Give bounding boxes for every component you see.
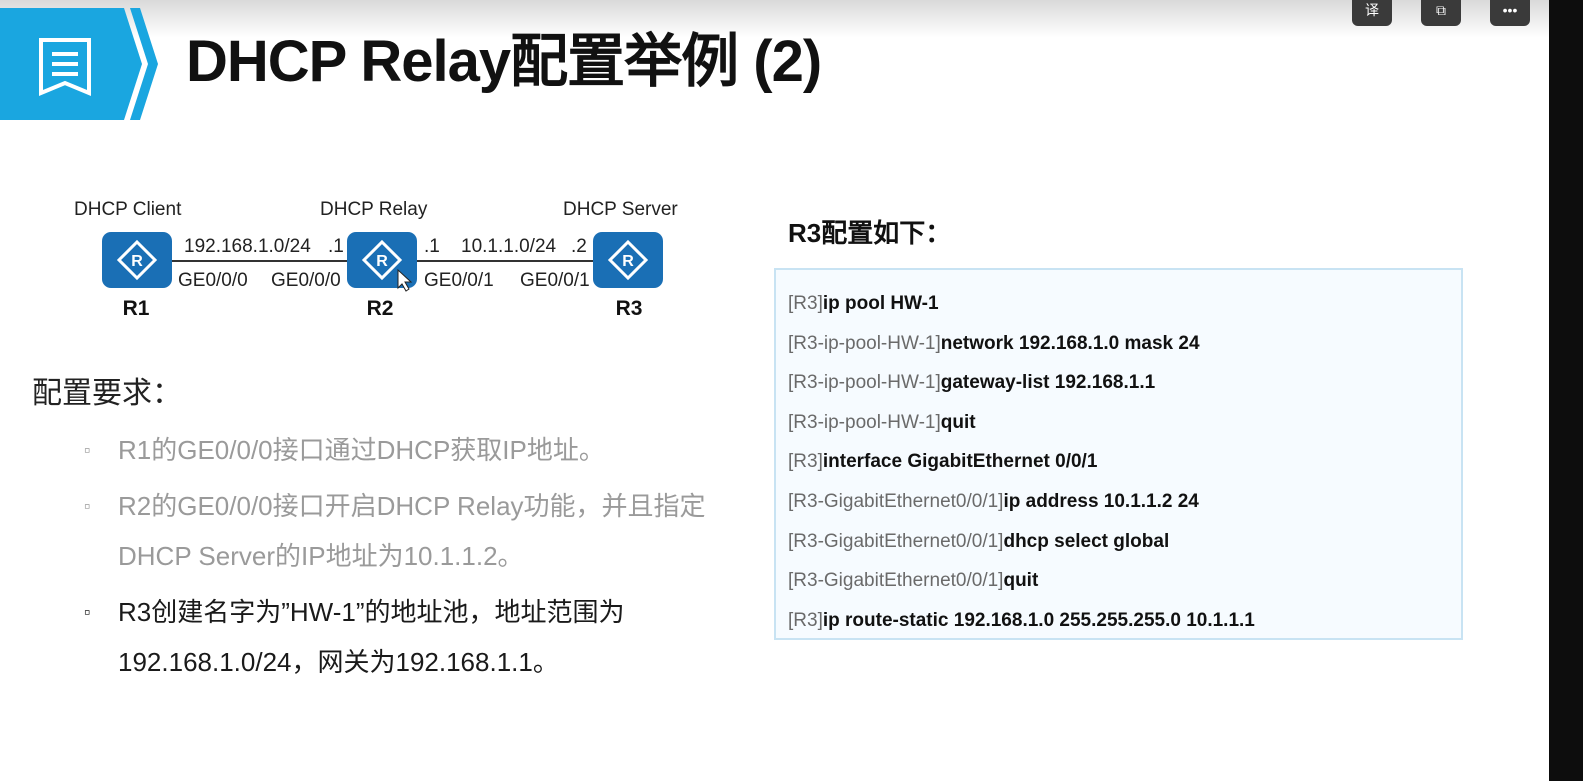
cli-prompt: [R3] — [788, 451, 823, 473]
bullet-square-icon: ▫ — [84, 440, 91, 460]
config-line: [R3-GigabitEthernet0/0/1]ip address 10.1… — [788, 482, 1461, 522]
requirements-heading: 配置要求： — [32, 377, 182, 410]
cli-command: ip pool HW-1 — [822, 293, 939, 314]
cli-prompt: [R3-ip-pool-HW-1] — [788, 411, 941, 433]
link2-r3-suffix: .2 — [571, 236, 587, 257]
config-line: [R3]interface GigabitEthernet 0/0/1 — [788, 442, 1461, 482]
router-r1-label: R1 — [123, 297, 150, 320]
router-r3-icon: R — [593, 232, 663, 288]
config-line: [R3-ip-pool-HW-1]network 192.168.1.0 mas… — [788, 324, 1461, 364]
router-r2-label: R2 — [367, 297, 394, 320]
cli-prompt: [R3] — [788, 609, 823, 631]
role-dhcp-server: DHCP Server — [563, 199, 678, 220]
cli-command: quit — [1003, 570, 1039, 592]
list-item: ▫ R1的GE0/0/0接口通过DHCP获取IP地址。 — [84, 425, 744, 475]
title-ribbon — [0, 8, 158, 120]
cli-prompt: [R3-GigabitEthernet0/0/1] — [788, 490, 1004, 512]
cli-prompt: [R3] — [788, 293, 823, 314]
config-heading: R3配置如下： — [788, 218, 952, 248]
list-item: ▫ R2的GE0/0/0接口开启DHCP Relay功能，并且指定DHCP Se… — [84, 481, 744, 581]
r2-port-ge001: GE0/0/1 — [424, 270, 494, 291]
cli-command: network 192.168.1.0 mask 24 — [940, 332, 1200, 354]
svg-text:R: R — [622, 253, 634, 270]
svg-text:R: R — [376, 253, 388, 270]
page-title: DHCP Relay配置举例 (2) — [186, 29, 822, 94]
requirement-text: R2的GE0/0/0接口开启DHCP Relay功能，并且指定DHCP Serv… — [118, 491, 706, 571]
right-dark-bar — [1549, 0, 1583, 781]
cli-command: gateway-list 192.168.1.1 — [940, 372, 1156, 394]
cli-command: ip route-static 192.168.1.0 255.255.255.… — [822, 609, 1255, 631]
config-code-box: [R3]ip pool HW-1 [R3-ip-pool-HW-1]networ… — [774, 268, 1463, 640]
link1-network: 192.168.1.0/24 — [184, 236, 311, 257]
cli-prompt: [R3-GigabitEthernet0/0/1] — [788, 530, 1004, 552]
bullet-square-icon: ▫ — [84, 496, 91, 516]
cli-prompt: [R3-ip-pool-HW-1] — [788, 332, 941, 354]
popout-window-icon[interactable]: ⧉ — [1421, 0, 1461, 26]
config-line: [R3-GigabitEthernet0/0/1]quit — [788, 561, 1461, 601]
requirement-text: R3创建名字为”HW-1”的地址池，地址范围为192.168.1.0/24，网关… — [118, 597, 625, 677]
caption-translate-icon[interactable]: 译 — [1352, 0, 1392, 26]
cli-prompt: [R3-GigabitEthernet0/0/1] — [788, 570, 1004, 592]
more-options-icon[interactable]: ••• — [1490, 0, 1530, 26]
r1-port: GE0/0/0 — [178, 270, 248, 291]
config-line: [R3]ip pool HW-1 — [788, 284, 1461, 324]
r2-port-ge000: GE0/0/0 — [271, 270, 341, 291]
cli-command: interface GigabitEthernet 0/0/1 — [822, 451, 1098, 473]
router-r3-label: R3 — [616, 297, 643, 320]
cli-prompt: [R3-ip-pool-HW-1] — [788, 372, 941, 394]
config-line: [R3]ip route-static 192.168.1.0 255.255.… — [788, 601, 1461, 641]
r3-port: GE0/0/1 — [520, 270, 590, 291]
config-line: [R3-ip-pool-HW-1]quit — [788, 403, 1461, 443]
list-item: ▫ R3创建名字为”HW-1”的地址池，地址范围为192.168.1.0/24，… — [84, 587, 744, 687]
role-dhcp-client: DHCP Client — [74, 199, 182, 220]
link1-r2-suffix: .1 — [328, 236, 344, 257]
requirement-text: R1的GE0/0/0接口通过DHCP获取IP地址。 — [118, 435, 605, 465]
config-line: [R3-GigabitEthernet0/0/1]dhcp select glo… — [788, 522, 1461, 562]
requirements-list: ▫ R1的GE0/0/0接口通过DHCP获取IP地址。 ▫ R2的GE0/0/0… — [84, 425, 744, 693]
link2-network: 10.1.1.0/24 — [461, 236, 557, 257]
cli-command: quit — [940, 411, 976, 433]
cli-command: dhcp select global — [1003, 530, 1170, 552]
router-r1-icon: R — [102, 232, 172, 288]
network-topology: DHCP Client DHCP Relay DHCP Server R R R… — [74, 199, 678, 320]
cli-command: ip address 10.1.1.2 24 — [1003, 490, 1199, 512]
bullet-square-icon: ▫ — [84, 602, 91, 622]
svg-text:R: R — [131, 253, 143, 270]
link2-r2-suffix: .1 — [424, 236, 440, 257]
role-dhcp-relay: DHCP Relay — [320, 199, 428, 220]
config-line: [R3-ip-pool-HW-1]gateway-list 192.168.1.… — [788, 363, 1461, 403]
